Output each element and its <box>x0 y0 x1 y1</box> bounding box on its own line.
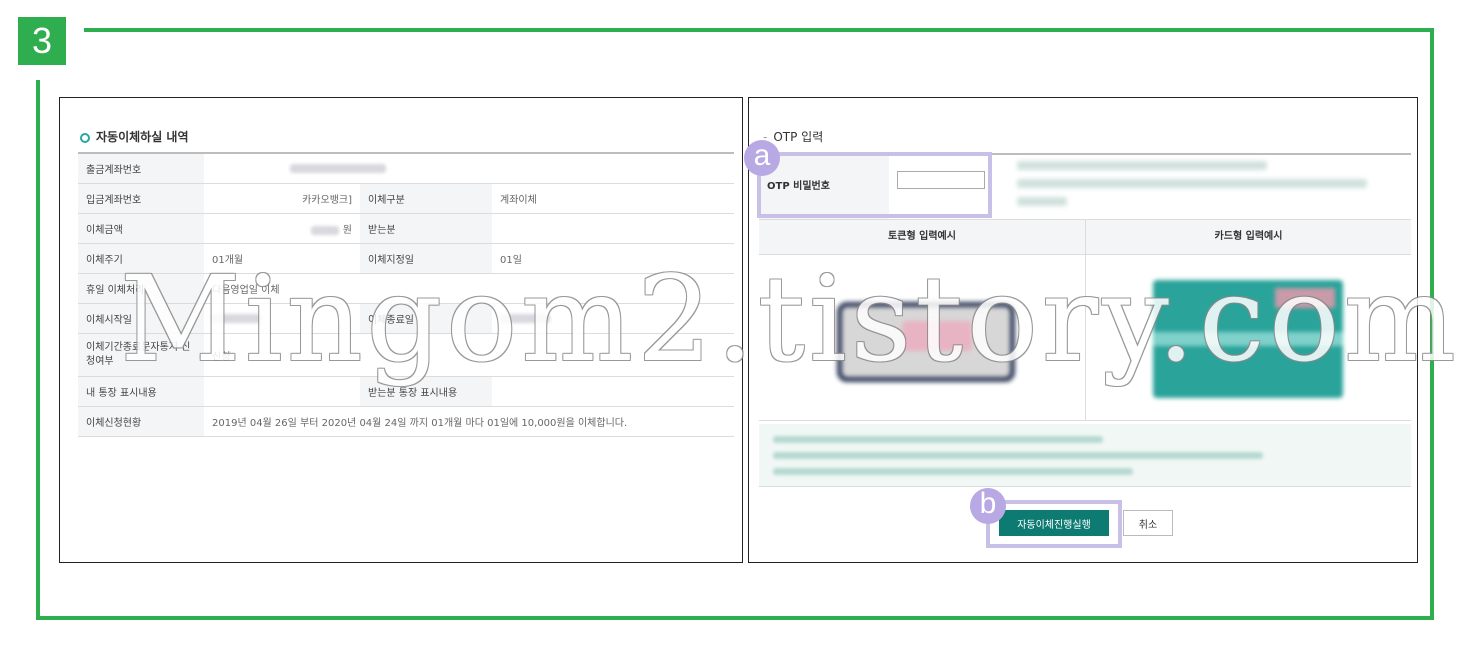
start-date-label: 이체시작일 <box>78 303 204 334</box>
holiday-label: 휴일 이체처리 <box>78 273 204 304</box>
table-row: 이체시작일 이체종료일 <box>78 303 734 334</box>
recipient-value <box>492 213 734 244</box>
amount-value: 원 <box>204 213 360 244</box>
card-example-label: 카드형 입력예시 <box>1086 220 1411 255</box>
table-row: 이체금액 원 받는분 <box>78 213 734 244</box>
transfer-details-panel: 자동이체하실 내역 출금계좌번호 입금계좌번호 카카오뱅크] 이체구분 계좌이체… <box>59 97 743 563</box>
table-row: 입금계좌번호 카카오뱅크] 이체구분 계좌이체 <box>78 183 734 214</box>
note-line <box>773 436 1103 443</box>
redacted-value <box>1017 161 1267 170</box>
cycle-label: 이체주기 <box>78 243 204 274</box>
holiday-value: 다음영업일 이체 <box>204 273 734 304</box>
transfer-type-value: 계좌이체 <box>492 183 734 214</box>
my-memo-label: 내 통장 표시내용 <box>78 376 204 407</box>
marker-a: a <box>744 140 780 176</box>
sms-notify-label: 이체기간종료문자통지 신청여부 <box>78 333 204 377</box>
card-number-strip <box>1153 332 1343 346</box>
table-row: 이체주기 01개월 이체지정일 01일 <box>78 243 734 274</box>
deposit-account-value: 카카오뱅크] <box>204 183 360 214</box>
otp-hint-line <box>1017 197 1067 206</box>
circle-bullet-icon <box>80 132 90 143</box>
redacted-value <box>500 313 550 323</box>
my-memo-value <box>204 376 360 407</box>
marker-b: b <box>970 488 1006 524</box>
redacted-value <box>1017 179 1367 188</box>
designated-day-value: 01일 <box>492 243 734 274</box>
note-line <box>773 452 1263 459</box>
redacted-value <box>290 163 386 173</box>
transfer-details-title: 자동이체하실 내역 <box>80 128 189 145</box>
recipient-label: 받는분 <box>360 213 492 244</box>
their-memo-label: 받는분 통장 표시내용 <box>360 376 492 407</box>
table-row: 출금계좌번호 <box>78 152 734 184</box>
cancel-button[interactable]: 취소 <box>1123 510 1173 536</box>
status-label: 이체신청현황 <box>78 406 204 437</box>
table-row: 이체신청현황 2019년 04월 26일 부터 2020년 04월 24일 까지… <box>78 406 734 437</box>
step-badge: 3 <box>18 17 66 65</box>
note-line <box>773 468 1133 475</box>
transfer-details-title-text: 자동이체하실 내역 <box>96 130 189 144</box>
cycle-value: 01개월 <box>204 243 360 274</box>
deposit-account-label: 입금계좌번호 <box>78 183 204 214</box>
card-corner <box>1275 288 1335 308</box>
otp-hint-line <box>1017 179 1367 188</box>
otp-title-text: OTP 입력 <box>773 130 824 144</box>
redacted-value <box>1017 197 1067 206</box>
token-screen <box>902 321 972 351</box>
amount-label: 이체금액 <box>78 213 204 244</box>
transfer-details-table: 출금계좌번호 입금계좌번호 카카오뱅크] 이체구분 계좌이체 이체금액 원 받는… <box>78 152 734 437</box>
transfer-type-label: 이체구분 <box>360 183 492 214</box>
otp-examples: 토큰형 입력예시 카드형 입력예시 <box>759 220 1411 421</box>
amount-unit: 원 <box>342 225 352 236</box>
otp-panel: - OTP 입력 OTP 비밀번호 토큰형 입력예시 카드형 입력예시 자동이체진… <box>748 97 1418 563</box>
table-row: 휴일 이체처리 다음영업일 이체 <box>78 273 734 304</box>
otp-highlight-box <box>757 152 992 218</box>
end-date-value <box>492 303 734 334</box>
otp-token-image <box>837 302 1015 382</box>
otp-card-image <box>1153 280 1343 398</box>
submit-highlight-box <box>986 500 1122 548</box>
otp-hint-line <box>1017 161 1267 170</box>
their-memo-value <box>492 376 734 407</box>
withdraw-account-label: 출금계좌번호 <box>78 152 204 184</box>
withdraw-account-value <box>204 152 734 184</box>
token-example-label: 토큰형 입력예시 <box>759 220 1085 255</box>
designated-day-label: 이체지정일 <box>360 243 492 274</box>
divider <box>1085 220 1086 420</box>
status-value: 2019년 04월 26일 부터 2020년 04월 24일 까지 01개월 마… <box>204 406 734 437</box>
table-row: 내 통장 표시내용 받는분 통장 표시내용 <box>78 376 734 407</box>
start-date-value <box>204 303 360 334</box>
table-row: 이체기간종료문자통지 신청여부 신청 <box>78 333 734 377</box>
redacted-value <box>212 313 262 323</box>
otp-notes <box>759 424 1411 487</box>
redacted-value <box>310 225 339 235</box>
end-date-label: 이체종료일 <box>360 303 492 334</box>
sms-notify-value: 신청 <box>204 333 734 377</box>
